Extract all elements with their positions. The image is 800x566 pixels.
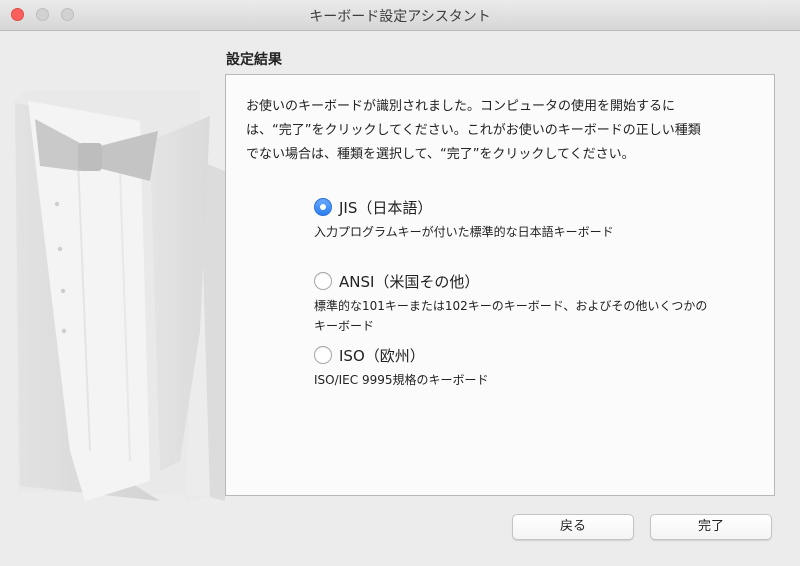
back-button[interactable]: 戻る	[512, 514, 634, 540]
option-label: ISO（欧州）	[339, 347, 425, 365]
radio-iso[interactable]	[314, 346, 332, 364]
intro-line: は、“完了”をクリックしてください。これがお使いのキーボードの正しい種類	[246, 123, 701, 138]
intro-line: でない場合は、種類を選択して、“完了”をクリックしてください。	[246, 147, 635, 162]
radio-ansi[interactable]	[314, 272, 332, 290]
option-description-line: 入力プログラムキーが付いた標準的な日本語キーボード	[314, 225, 614, 239]
option-description-line: キーボード	[314, 319, 375, 333]
keyboard-setup-window: キーボード設定アシスタント 設定結果 お使いのキーボードが識別されました。コンピ…	[0, 0, 800, 566]
option-label: ANSI（米国その他）	[339, 273, 480, 291]
tuxedo-illustration	[15, 91, 225, 501]
result-panel: お使いのキーボードが識別されました。コンピュータの使用を開始するに は、“完了”…	[225, 74, 775, 496]
title-bar: キーボード設定アシスタント	[0, 0, 800, 31]
option-label: JIS（日本語）	[339, 199, 433, 217]
option-description: ISO/IEC 9995規格のキーボード	[314, 370, 764, 390]
option-description-line: ISO/IEC 9995規格のキーボード	[314, 373, 489, 387]
section-title: 設定結果	[226, 52, 282, 68]
done-button[interactable]: 完了	[650, 514, 772, 540]
option-description-line: 標準的な101キーまたは102キーのキーボード、およびその他いくつかの	[314, 299, 708, 313]
intro-line: お使いのキーボードが識別されました。コンピュータの使用を開始するに	[246, 99, 676, 114]
window-title: キーボード設定アシスタント	[309, 9, 491, 25]
radio-jis[interactable]	[314, 198, 332, 216]
option-description: 標準的な101キーまたは102キーのキーボード、およびその他いくつかの キーボー…	[314, 296, 764, 336]
option-description: 入力プログラムキーが付いた標準的な日本語キーボード	[314, 222, 764, 242]
intro-text: お使いのキーボードが識別されました。コンピュータの使用を開始するに は、“完了”…	[246, 95, 766, 167]
